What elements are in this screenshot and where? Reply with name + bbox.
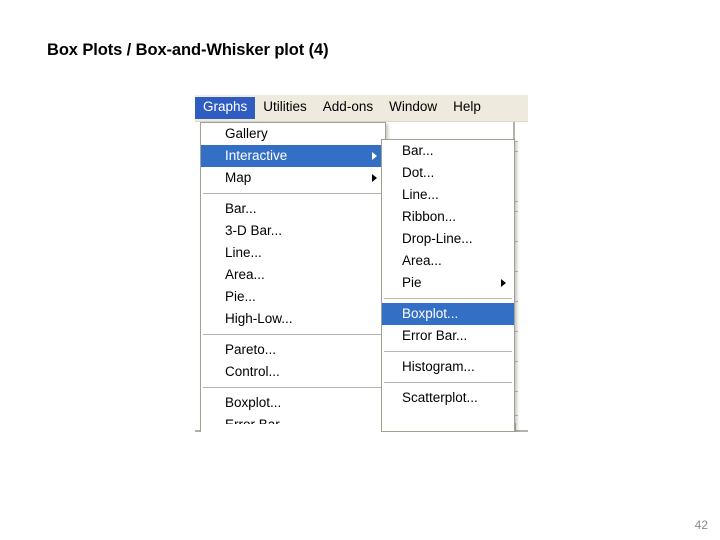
menu-item-3d-bar[interactable]: 3-D Bar...: [201, 220, 385, 242]
submenu-item-line[interactable]: Line...: [382, 184, 514, 206]
menu-separator: [384, 382, 512, 383]
menu-item-pareto[interactable]: Pareto...: [201, 339, 385, 361]
interactive-submenu: Bar... Dot... Line... Ribbon... Drop-Lin…: [381, 139, 515, 432]
background-cell-divider: [515, 423, 516, 432]
graphs-dropdown-menu: Gallery Interactive Map Bar... 3-D Bar..…: [200, 122, 386, 432]
menu-separator: [384, 298, 512, 299]
submenu-item-histogram[interactable]: Histogram...: [382, 356, 514, 378]
submenu-item-boxplot[interactable]: Boxplot...: [382, 303, 514, 325]
menu-item-interactive-label: Interactive: [225, 148, 288, 163]
chevron-right-icon: [372, 152, 377, 160]
submenu-item-pie[interactable]: Pie: [382, 272, 514, 294]
menu-bar: Graphs Utilities Add-ons Window Help: [195, 95, 528, 122]
chevron-right-icon: [501, 279, 506, 287]
submenu-item-dot[interactable]: Dot...: [382, 162, 514, 184]
menubar-item-help[interactable]: Help: [445, 97, 489, 119]
menu-separator: [384, 351, 512, 352]
menu-item-boxplot[interactable]: Boxplot...: [201, 392, 385, 414]
menu-item-pie[interactable]: Pie...: [201, 286, 385, 308]
chevron-right-icon: [372, 174, 377, 182]
page-number: 42: [694, 518, 708, 532]
menu-item-interactive[interactable]: Interactive: [201, 145, 385, 167]
menubar-item-graphs[interactable]: Graphs: [195, 97, 256, 119]
menu-item-map[interactable]: Map: [201, 167, 385, 189]
menu-item-high-low[interactable]: High-Low...: [201, 308, 385, 330]
menubar-item-utilities[interactable]: Utilities: [255, 97, 315, 119]
menu-item-line[interactable]: Line...: [201, 242, 385, 264]
submenu-item-ribbon[interactable]: Ribbon...: [382, 206, 514, 228]
page-title: Box Plots / Box-and-Whisker plot (4): [47, 41, 329, 59]
menu-item-control[interactable]: Control...: [201, 361, 385, 383]
menu-item-map-label: Map: [225, 170, 252, 185]
submenu-item-drop-line[interactable]: Drop-Line...: [382, 228, 514, 250]
submenu-item-pie-label: Pie: [402, 275, 422, 290]
submenu-item-bar[interactable]: Bar...: [382, 140, 514, 162]
submenu-item-error-bar[interactable]: Error Bar...: [382, 325, 514, 347]
menu-separator: [203, 387, 383, 388]
menu-item-error-bar[interactable]: Error Bar...: [201, 414, 385, 424]
submenu-item-scatterplot[interactable]: Scatterplot...: [382, 387, 514, 409]
menu-item-area[interactable]: Area...: [201, 264, 385, 286]
menu-item-gallery[interactable]: Gallery: [201, 123, 385, 145]
menu-separator: [203, 334, 383, 335]
menu-item-bar[interactable]: Bar...: [201, 198, 385, 220]
menu-separator: [203, 193, 383, 194]
menubar-item-window[interactable]: Window: [381, 97, 445, 119]
submenu-item-area[interactable]: Area...: [382, 250, 514, 272]
spss-screenshot: 0 Graphs Utilities Add-ons Window Help G…: [195, 95, 528, 432]
menubar-item-add-ons[interactable]: Add-ons: [315, 97, 381, 119]
